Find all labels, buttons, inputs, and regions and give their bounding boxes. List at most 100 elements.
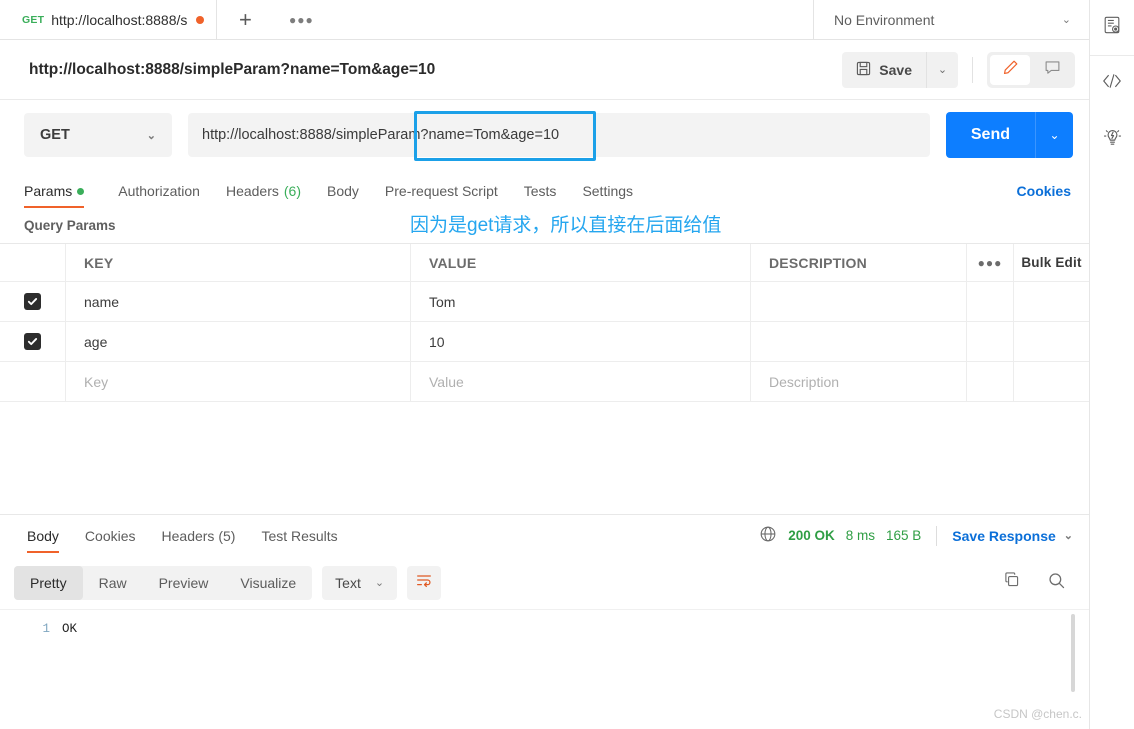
request-tabs: Params Authorization Headers (6) Body Pr…: [0, 170, 1089, 208]
chevron-down-icon: ⌄: [1063, 530, 1073, 542]
row-description-input[interactable]: [751, 322, 967, 361]
environment-quick-look-button[interactable]: [1090, 0, 1134, 55]
table-row-empty: Key Value Description: [0, 362, 1089, 402]
row-value-input[interactable]: 10: [411, 322, 751, 361]
save-options-button[interactable]: ⌄: [926, 51, 958, 88]
row-key-input[interactable]: age: [66, 322, 411, 361]
response-tabs: Body Cookies Headers (5) Test Results 20…: [0, 514, 1089, 557]
tab-authorization[interactable]: Authorization: [105, 183, 213, 208]
response-tab-cookies[interactable]: Cookies: [72, 518, 149, 553]
query-params-table: KEY VALUE DESCRIPTION ●●● Bulk Edit name…: [0, 243, 1089, 402]
view-mode-raw[interactable]: Raw: [83, 566, 143, 600]
chevron-down-icon: ⌄: [374, 577, 385, 589]
row-checkbox-empty[interactable]: [0, 362, 66, 401]
copy-response-button[interactable]: [995, 566, 1029, 600]
save-group: Save ⌄: [842, 51, 958, 88]
new-tab-button[interactable]: +: [217, 0, 274, 39]
chevron-down-icon: ⌄: [146, 129, 156, 142]
url-query-text: ?name=Tom&age=10: [420, 127, 560, 143]
search-response-button[interactable]: [1039, 566, 1073, 600]
tab-headers[interactable]: Headers (6): [213, 183, 314, 208]
row-checkbox[interactable]: [0, 322, 66, 361]
header-key: KEY: [66, 244, 411, 281]
request-tab-active[interactable]: GET http://localhost:8888/s: [0, 0, 218, 39]
code-brackets-icon: [1101, 71, 1123, 96]
code-snippet-button[interactable]: [1090, 56, 1134, 111]
table-more-options-icon[interactable]: ●●●: [967, 244, 1014, 281]
save-response-label: Save Response: [952, 527, 1056, 544]
view-mode-visualize[interactable]: Visualize: [224, 566, 312, 600]
row-key-input[interactable]: name: [66, 282, 411, 321]
view-mode-toggle: [987, 51, 1075, 88]
bulk-edit-button[interactable]: Bulk Edit: [1014, 244, 1089, 281]
chevron-down-icon: ⌄: [1061, 14, 1071, 26]
floppy-disk-icon: [856, 61, 871, 79]
response-format-label: Text: [335, 574, 361, 591]
url-input[interactable]: http://localhost:8888/simpleParam ?name=T…: [188, 113, 930, 157]
vertical-scrollbar[interactable]: [1071, 613, 1075, 692]
send-button[interactable]: Send: [945, 112, 1035, 158]
comments-button[interactable]: [1032, 55, 1072, 85]
tab-authorization-label: Authorization: [118, 183, 200, 199]
params-empty-space: [0, 402, 1089, 515]
row-description-input[interactable]: [751, 282, 967, 321]
new-row-description-input[interactable]: Description: [751, 362, 967, 401]
row-spacer-2: [1014, 362, 1089, 401]
environment-selector[interactable]: No Environment ⌄: [814, 0, 1089, 39]
new-row-value-input[interactable]: Value: [411, 362, 751, 401]
save-response-button[interactable]: Save Response ⌄: [952, 528, 1073, 544]
row-checkbox[interactable]: [0, 282, 66, 321]
tab-tests[interactable]: Tests: [511, 183, 570, 208]
tab-title-label: http://localhost:8888/s: [51, 11, 188, 28]
row-spacer-1: [967, 322, 1014, 361]
table-row: age 10: [0, 322, 1089, 362]
row-value-input[interactable]: Tom: [411, 282, 751, 321]
view-mode-preview[interactable]: Preview: [143, 566, 225, 600]
view-mode-pretty[interactable]: Pretty: [14, 565, 83, 600]
response-body-text: OK: [62, 621, 78, 636]
tab-body[interactable]: Body: [314, 183, 372, 208]
save-button-label: Save: [879, 61, 912, 78]
save-button[interactable]: Save: [842, 51, 926, 88]
response-format-selector[interactable]: Text ⌄: [322, 565, 398, 600]
http-method-selector[interactable]: GET ⌄: [24, 113, 172, 157]
response-body-viewer[interactable]: 1 OK: [0, 608, 1089, 729]
response-meta: 200 OK 8 ms 165 B Save Response ⌄: [759, 525, 1073, 546]
checkbox-checked-icon: [24, 333, 41, 350]
new-row-key-input[interactable]: Key: [66, 362, 411, 401]
tab-params[interactable]: Params: [24, 183, 97, 208]
line-number-gutter: 1: [42, 621, 50, 636]
request-insights-button[interactable]: [1090, 111, 1134, 166]
globe-icon: [759, 525, 777, 546]
postman-window: GET http://localhost:8888/s + ●●● No Env…: [0, 0, 1134, 729]
response-tab-body[interactable]: Body: [14, 518, 72, 553]
edit-request-button[interactable]: [990, 54, 1030, 85]
tab-settings-label: Settings: [582, 183, 634, 199]
response-view-modes: Pretty Raw Preview Visualize: [14, 565, 313, 600]
cookies-link[interactable]: Cookies: [1017, 183, 1071, 208]
tab-more-options-icon[interactable]: ●●●: [273, 0, 330, 39]
send-options-button[interactable]: ⌄: [1035, 112, 1073, 158]
tab-method-label: GET: [22, 13, 45, 26]
response-status: 200 OK: [788, 528, 835, 543]
copy-icon: [1003, 571, 1021, 594]
row-spacer-1: [967, 362, 1014, 401]
tab-pre-request-script[interactable]: Pre-request Script: [372, 183, 511, 208]
tab-params-label: Params: [24, 183, 73, 199]
header-description: DESCRIPTION: [751, 244, 967, 281]
tab-settings[interactable]: Settings: [569, 183, 646, 208]
wrap-lines-button[interactable]: [407, 565, 442, 600]
pencil-icon: [1002, 59, 1019, 81]
header-checkbox-cell: [0, 244, 66, 281]
response-tab-test-results[interactable]: Test Results: [248, 518, 350, 553]
response-tab-headers[interactable]: Headers (5): [149, 518, 249, 553]
table-row: name Tom: [0, 282, 1089, 322]
row-spacer-2: [1014, 282, 1089, 321]
request-title-row: http://localhost:8888/simpleParam?name=T…: [0, 40, 1089, 100]
send-group: Send ⌄: [945, 112, 1073, 158]
tab-headers-label: Headers: [225, 183, 279, 199]
unsaved-indicator-dot: [196, 15, 205, 24]
tab-headers-count: (6): [283, 183, 301, 199]
meta-divider: [936, 525, 938, 546]
url-row: GET ⌄ http://localhost:8888/simpleParam?…: [0, 100, 1089, 170]
